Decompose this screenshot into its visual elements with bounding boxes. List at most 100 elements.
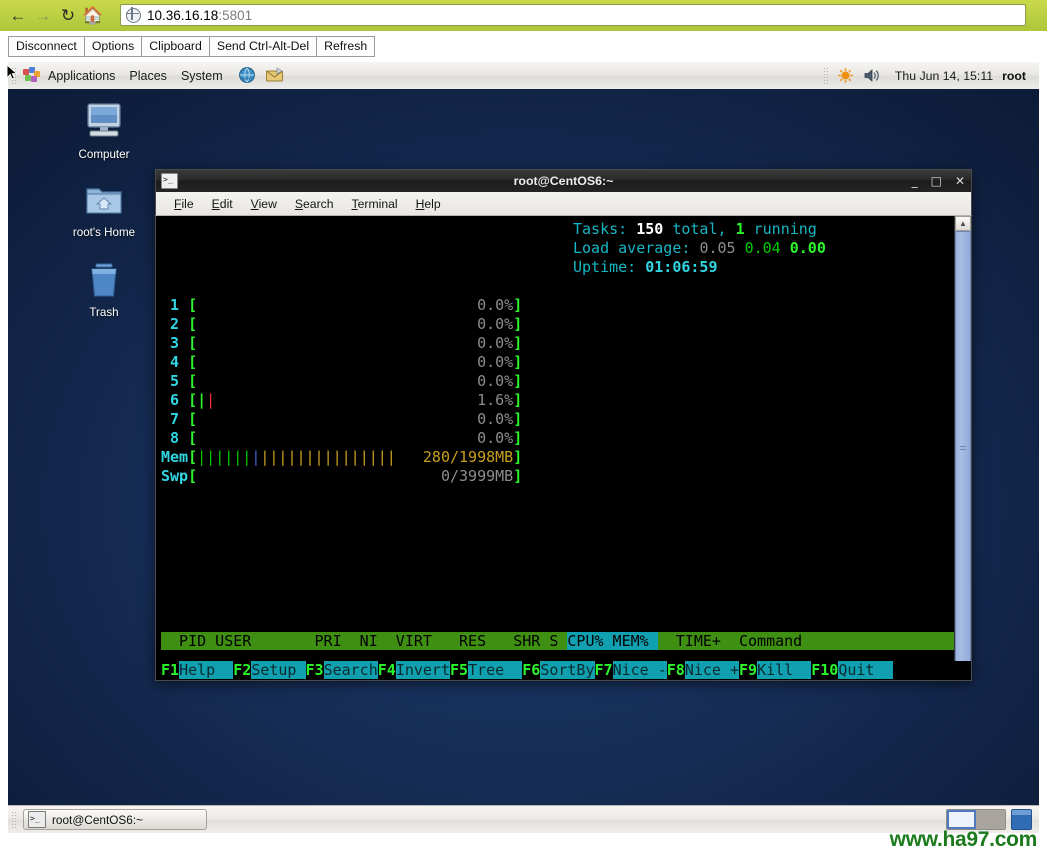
menu-edit[interactable]: Edit [203, 197, 242, 211]
send-ctrl-alt-del-button[interactable]: Send Ctrl-Alt-Del [208, 36, 318, 57]
fkey-label-f6[interactable]: SortBy [540, 661, 595, 679]
panel-clock[interactable]: Thu Jun 14, 15:11 [886, 69, 1002, 83]
url-port: :5801 [218, 7, 253, 23]
terminal-body: 1 [ 0.0%] 2 [ 0.0%] 3 [ 0.0%] 4 [ 0.0%] … [155, 216, 972, 681]
fkey-label-f3[interactable]: Search [323, 661, 378, 679]
fkey-f9[interactable]: F9 [739, 661, 758, 679]
fkey-f3[interactable]: F3 [305, 661, 324, 679]
fkey-f7[interactable]: F7 [594, 661, 613, 679]
web-browser-icon[interactable] [238, 66, 257, 85]
disconnect-button[interactable]: Disconnect [8, 36, 85, 57]
volume-icon[interactable] [863, 66, 882, 85]
htop-table-header[interactable]: PID USER PRI NI VIRT RES SHR S CPU% MEM%… [161, 632, 954, 651]
tray-grip [822, 67, 830, 84]
htop-function-keys[interactable]: F1Help F2Setup F3SearchF4InvertF5Tree F6… [156, 661, 971, 680]
fkey-f4[interactable]: F4 [377, 661, 396, 679]
fkey-f10[interactable]: F10 [811, 661, 839, 679]
menu-view[interactable]: View [242, 197, 286, 211]
terminal-window-title: root@CentOS6:~ [513, 174, 614, 188]
fkey-f6[interactable]: F6 [522, 661, 541, 679]
bottom-panel-grip [11, 811, 18, 828]
cpu-meter-2: 2 [ 0.0%] [161, 315, 523, 333]
desktop-area: Computer root's Home Trash root@CentOS6:… [8, 89, 1039, 805]
fkey-label-f4[interactable]: Invert [395, 661, 450, 679]
fkey-f1[interactable]: F1 [161, 661, 180, 679]
taskbar-window-label: root@CentOS6:~ [52, 812, 143, 827]
fkey-label-f7[interactable]: Nice - [612, 661, 667, 679]
cpu-meter-3: 3 [ 0.0%] [161, 334, 523, 352]
load-average-line: Load average: 0.05 0.04 0.00 [573, 239, 826, 257]
desktop-icon-home[interactable]: root's Home [61, 182, 147, 239]
close-button[interactable]: ✕ [955, 175, 965, 187]
taskbar-window-button[interactable]: root@CentOS6:~ [23, 809, 207, 830]
forward-arrow-icon[interactable]: → [32, 5, 54, 27]
address-bar[interactable]: 10.36.16.18:5801 [120, 4, 1026, 26]
panel-username[interactable]: root [1002, 69, 1030, 83]
fkey-label-f9[interactable]: Kill [757, 661, 812, 679]
cpu-meter-4: 4 [ 0.0%] [161, 353, 523, 371]
applications-menu-icon[interactable] [23, 67, 40, 84]
menu-places[interactable]: Places [122, 69, 174, 83]
htop-screen[interactable]: 1 [ 0.0%] 2 [ 0.0%] 3 [ 0.0%] 4 [ 0.0%] … [156, 216, 954, 680]
brightness-icon[interactable] [836, 66, 855, 85]
gnome-bottom-panel: root@CentOS6:~ [8, 805, 1039, 833]
cpu-meter-5: 5 [ 0.0%] [161, 372, 523, 390]
workspace-switcher[interactable] [946, 809, 1006, 830]
cpu-meter-6: 6 [|| 1.6%] [161, 391, 523, 409]
fkey-label-f8[interactable]: Nice + [684, 661, 739, 679]
terminal-app-icon [161, 173, 178, 189]
url-host: 10.36.16.18 [147, 7, 219, 23]
watermark: www.ha97.com [889, 828, 1038, 851]
menu-applications[interactable]: Applications [41, 69, 122, 83]
maximize-button[interactable]: □ [931, 175, 942, 187]
back-arrow-icon[interactable]: ← [7, 5, 29, 27]
options-button[interactable]: Options [83, 36, 143, 57]
cpu-meter-1: 1 [ 0.0%] [161, 296, 523, 314]
htop-summary: Tasks: 150 total, 1 running Load average:… [573, 220, 826, 277]
workspace-2[interactable] [976, 810, 1005, 829]
scroll-up-icon[interactable]: ▲ [955, 216, 971, 231]
menu-system[interactable]: System [174, 69, 230, 83]
fkey-f5[interactable]: F5 [450, 661, 469, 679]
desktop-icon-label: Computer [78, 148, 130, 161]
terminal-window: root@CentOS6:~ _ □ ✕ File Edit View Sear… [155, 169, 972, 681]
fkey-label-f5[interactable]: Tree [468, 661, 523, 679]
fkey-label-f1[interactable]: Help [179, 661, 234, 679]
trash-applet-icon[interactable] [1011, 809, 1032, 830]
browser-toolbar: ← → ↻ 🏠 10.36.16.18:5801 [0, 0, 1047, 32]
terminal-titlebar[interactable]: root@CentOS6:~ _ □ ✕ [155, 169, 972, 192]
tasks-line: Tasks: 150 total, 1 running [573, 220, 817, 238]
reload-icon[interactable]: ↻ [57, 5, 79, 27]
fkey-f8[interactable]: F8 [666, 661, 685, 679]
terminal-window-icon [28, 811, 46, 828]
refresh-button[interactable]: Refresh [316, 36, 376, 57]
globe-icon [125, 7, 141, 23]
gnome-top-panel: Applications Places System Thu Jun 14, 1… [8, 62, 1039, 90]
fkey-f2[interactable]: F2 [233, 661, 252, 679]
clipboard-button[interactable]: Clipboard [141, 36, 210, 57]
browser-nav-buttons: ← → ↻ 🏠 [0, 5, 104, 27]
home-icon[interactable]: 🏠 [82, 5, 104, 27]
uptime-line: Uptime: 01:06:59 [573, 258, 718, 276]
minimize-button[interactable]: _ [912, 175, 918, 187]
menu-file[interactable]: File [165, 197, 203, 211]
cpu-meter-7: 7 [ 0.0%] [161, 410, 523, 428]
fkey-label-f2[interactable]: Setup [251, 661, 306, 679]
menu-search[interactable]: Search [286, 197, 343, 211]
workspace-1[interactable] [947, 810, 976, 829]
terminal-scrollbar[interactable]: ▲ ▼ [954, 216, 971, 680]
menu-terminal[interactable]: Terminal [343, 197, 407, 211]
fkey-label-f10[interactable]: Quit [838, 661, 893, 679]
column-header-mem: MEM% [612, 632, 658, 650]
column-header-cpu: CPU% [567, 632, 613, 650]
vnc-control-toolbar: Disconnect Options Clipboard Send Ctrl-A… [0, 31, 1047, 62]
desktop-icon-label: root's Home [72, 226, 136, 239]
panel-tray: Thu Jun 14, 15:11 root [820, 66, 1039, 85]
email-client-icon[interactable] [265, 66, 284, 85]
scrollbar-thumb[interactable] [955, 231, 971, 665]
menu-help[interactable]: Help [407, 197, 450, 211]
desktop-icon-computer[interactable]: Computer [61, 102, 147, 161]
screen: ← → ↻ 🏠 10.36.16.18:5801 Disconnect Opti… [0, 0, 1047, 854]
desktop-icon-trash[interactable]: Trash [61, 262, 147, 319]
htop-meters: 1 [ 0.0%] 2 [ 0.0%] 3 [ 0.0%] 4 [ 0.0%] … [161, 296, 954, 486]
